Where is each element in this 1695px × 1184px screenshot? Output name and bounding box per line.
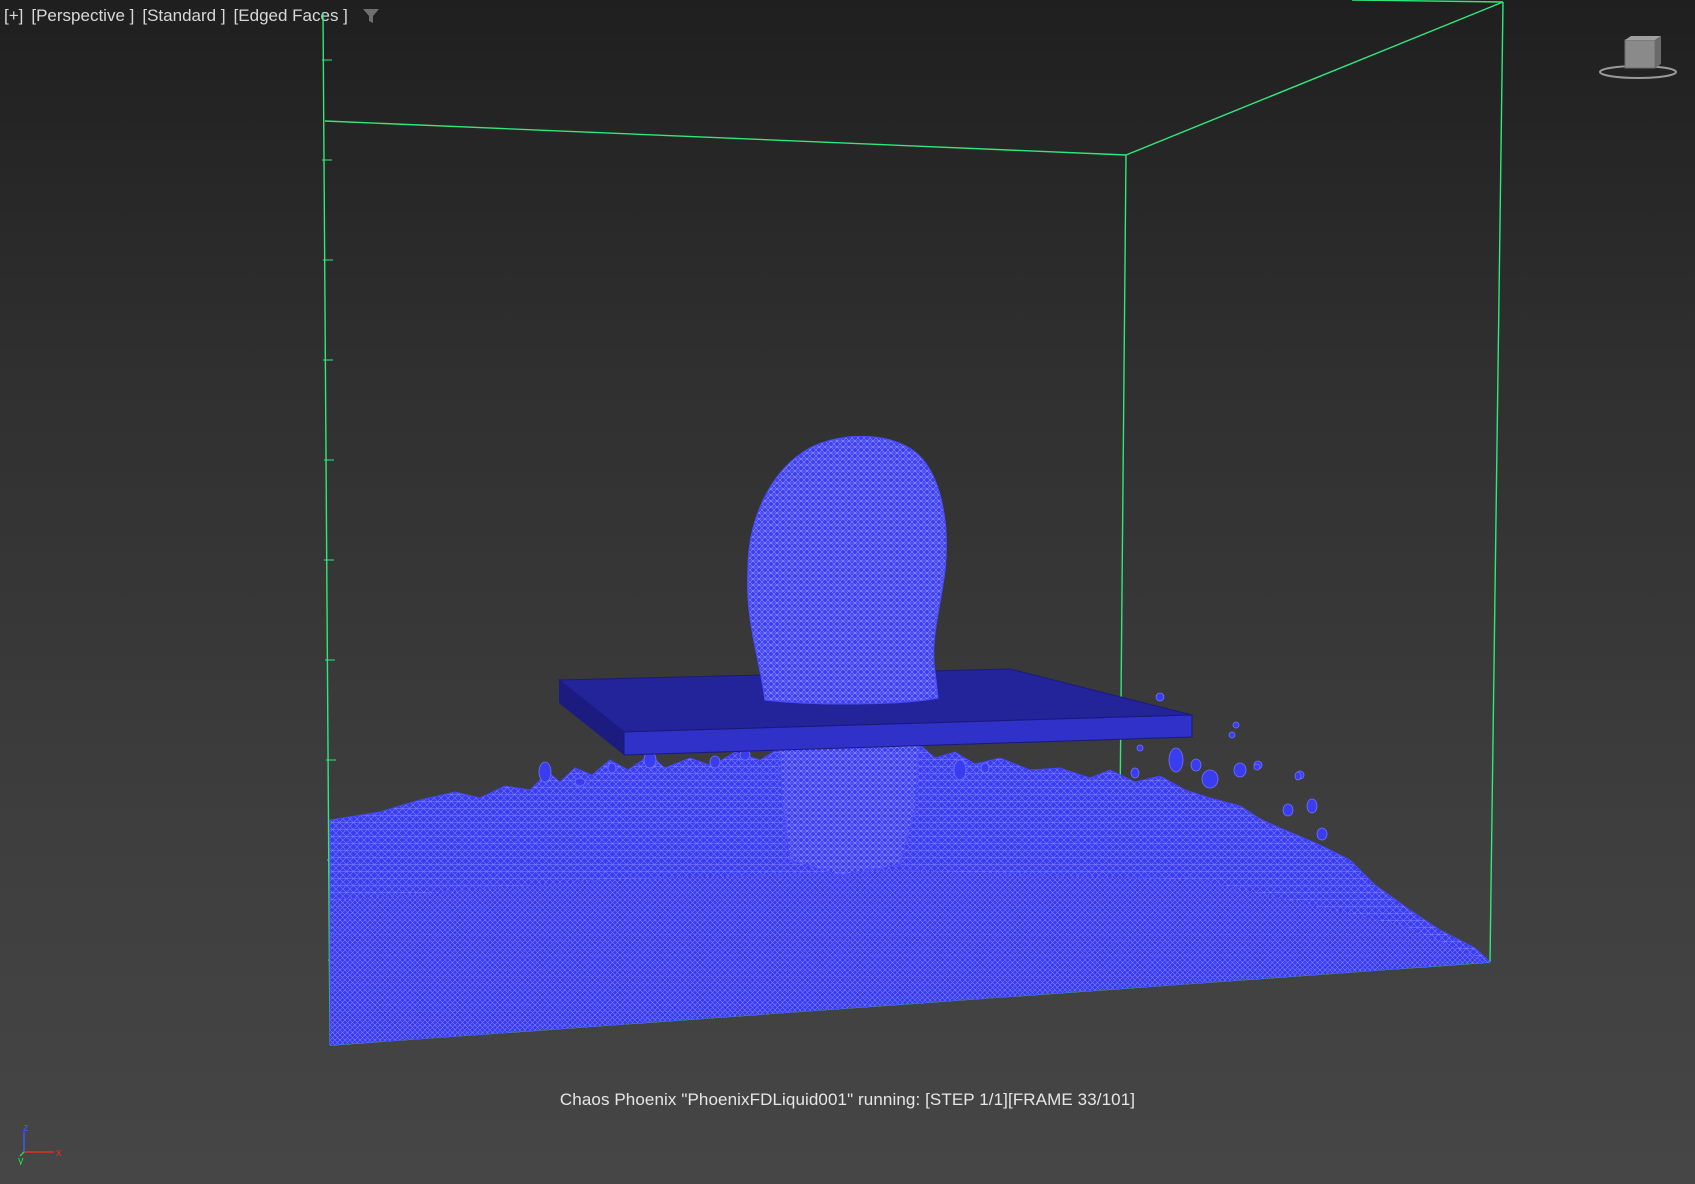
head-mesh [747,435,947,705]
axis-x-label: x [56,1147,62,1159]
scene-3d [322,0,1504,1046]
axis-z-label: z [23,1122,29,1134]
axis-y-label: y [18,1155,24,1165]
simulation-status-text: Chaos Phoenix "PhoenixFDLiquid001" runni… [559,1090,1136,1109]
viewport-perspective[interactable]: [+] [Perspective ] [Standard ] [Edged Fa… [0,0,1695,1184]
viewcube-widget[interactable] [1598,36,1678,81]
head-neck-mesh [779,744,921,876]
axis-tripod: z y x [14,1120,64,1167]
